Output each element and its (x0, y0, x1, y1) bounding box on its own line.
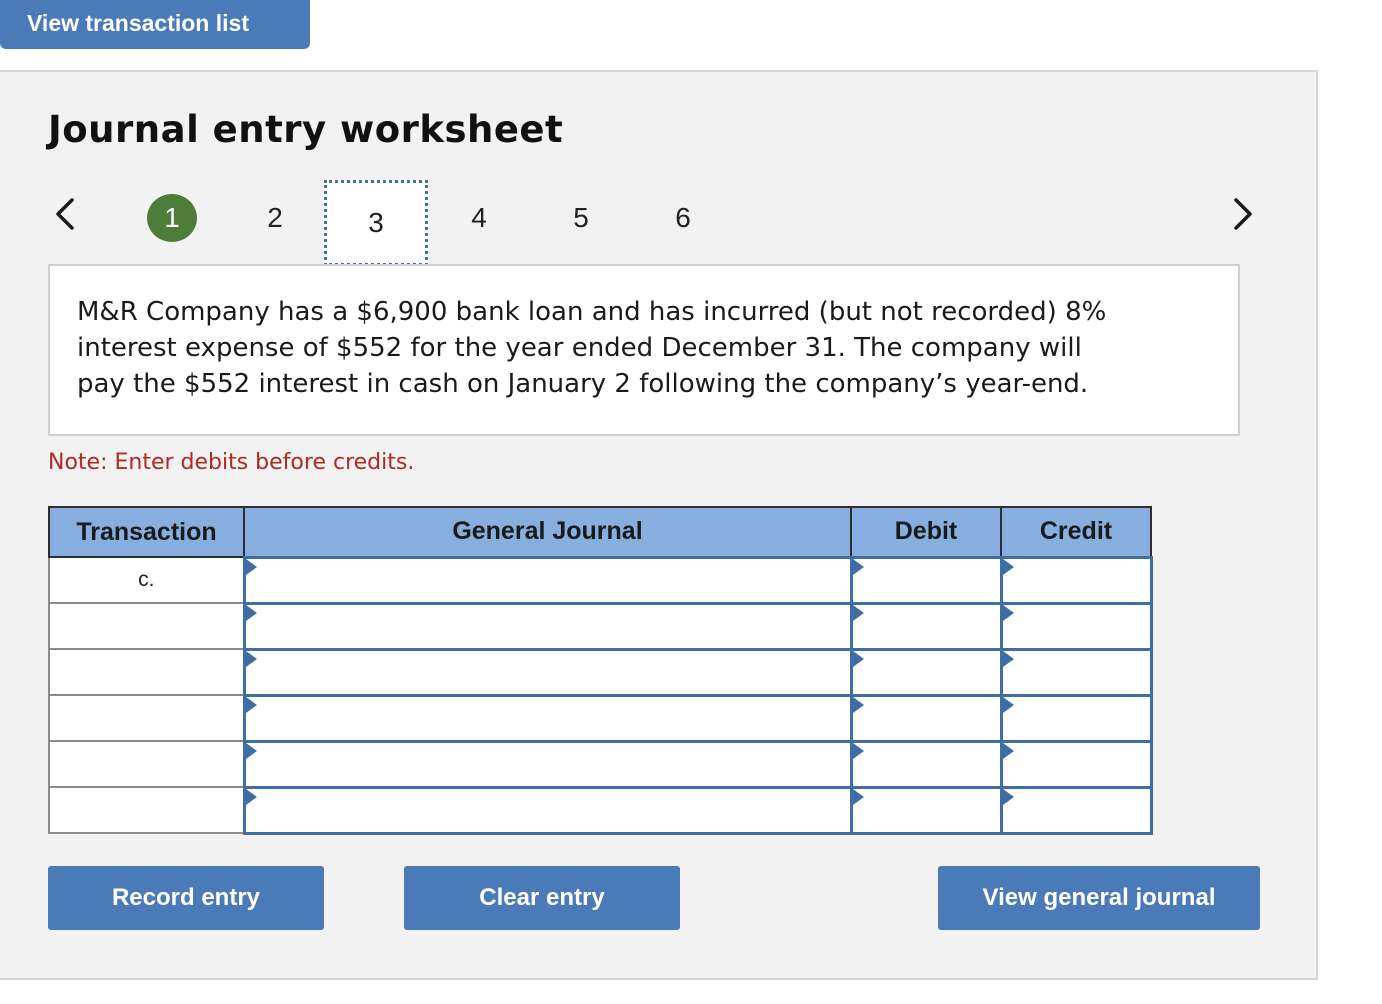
table-row (48, 739, 1153, 789)
table-row: c. (48, 555, 1153, 605)
dropdown-indicator-icon (245, 650, 257, 667)
step-5[interactable]: 5 (555, 196, 607, 240)
transaction-cell (48, 740, 245, 788)
transaction-cell (48, 694, 245, 742)
dropdown-indicator-icon (852, 558, 864, 575)
table-row (48, 693, 1153, 743)
clear-entry-button[interactable]: Clear entry (404, 866, 680, 930)
journal-table: Transaction General Journal Debit Credit… (48, 506, 1153, 835)
transaction-cell (48, 602, 245, 650)
table-row (48, 785, 1153, 835)
transaction-cell (48, 648, 245, 696)
dropdown-indicator-icon (245, 788, 257, 805)
transaction-description: M&R Company has a $6,900 bank loan and h… (77, 297, 1107, 399)
credit-input[interactable] (1002, 604, 1150, 648)
chevron-right-icon[interactable] (1228, 196, 1258, 232)
debit-input[interactable] (852, 788, 1000, 832)
transaction-description-box: M&R Company has a $6,900 bank loan and h… (48, 264, 1240, 436)
table-row (48, 601, 1153, 651)
account-select[interactable] (242, 739, 853, 789)
debit-cell[interactable] (849, 693, 1003, 743)
dropdown-indicator-icon (1002, 696, 1014, 713)
general-journal-column-header: General Journal (243, 506, 852, 558)
debit-input[interactable] (852, 742, 1000, 786)
worksheet-title: Journal entry worksheet (48, 108, 564, 151)
dropdown-indicator-icon (245, 696, 257, 713)
account-select[interactable] (242, 785, 853, 835)
account-select[interactable] (242, 647, 853, 697)
account-input[interactable] (245, 650, 850, 694)
transaction-cell: c. (48, 556, 245, 604)
entry-note: Note: Enter debits before credits. (48, 450, 415, 475)
account-input[interactable] (245, 558, 850, 602)
dropdown-indicator-icon (852, 650, 864, 667)
transaction-cell (48, 786, 245, 834)
view-transaction-list-button[interactable]: View transaction list (0, 0, 310, 49)
account-select[interactable] (242, 693, 853, 743)
table-row (48, 647, 1153, 697)
dropdown-indicator-icon (245, 742, 257, 759)
credit-input[interactable] (1002, 788, 1150, 832)
account-select[interactable] (242, 555, 853, 605)
step-2[interactable]: 2 (249, 196, 301, 240)
step-4[interactable]: 4 (453, 196, 505, 240)
credit-cell[interactable] (999, 693, 1153, 743)
credit-input[interactable] (1002, 742, 1150, 786)
credit-column-header: Credit (1000, 506, 1152, 558)
step-6[interactable]: 6 (657, 196, 709, 240)
step-1[interactable]: 1 (147, 194, 197, 242)
credit-cell[interactable] (999, 785, 1153, 835)
dropdown-indicator-icon (1002, 558, 1014, 575)
debit-input[interactable] (852, 650, 1000, 694)
debit-cell[interactable] (849, 555, 1003, 605)
dropdown-indicator-icon (1002, 604, 1014, 621)
credit-input[interactable] (1002, 558, 1150, 602)
dropdown-indicator-icon (1002, 788, 1014, 805)
journal-header-row: Transaction General Journal Debit Credit (48, 506, 1152, 558)
dropdown-indicator-icon (1002, 650, 1014, 667)
account-input[interactable] (245, 696, 850, 740)
view-general-journal-button[interactable]: View general journal (938, 866, 1260, 930)
debit-input[interactable] (852, 604, 1000, 648)
debit-input[interactable] (852, 558, 1000, 602)
debit-cell[interactable] (849, 785, 1003, 835)
credit-cell[interactable] (999, 601, 1153, 651)
dropdown-indicator-icon (852, 696, 864, 713)
credit-cell[interactable] (999, 739, 1153, 789)
debit-cell[interactable] (849, 739, 1003, 789)
debit-cell[interactable] (849, 601, 1003, 651)
debit-column-header: Debit (850, 506, 1002, 558)
debit-cell[interactable] (849, 647, 1003, 697)
dropdown-indicator-icon (245, 604, 257, 621)
record-entry-button[interactable]: Record entry (48, 866, 324, 930)
dropdown-indicator-icon (852, 604, 864, 621)
dropdown-indicator-icon (852, 788, 864, 805)
credit-input[interactable] (1002, 650, 1150, 694)
dropdown-indicator-icon (245, 558, 257, 575)
account-input[interactable] (245, 742, 850, 786)
credit-cell[interactable] (999, 647, 1153, 697)
account-input[interactable] (245, 788, 850, 832)
account-select[interactable] (242, 601, 853, 651)
transaction-column-header: Transaction (48, 506, 245, 558)
dropdown-indicator-icon (1002, 742, 1014, 759)
chevron-left-icon[interactable] (50, 196, 80, 232)
account-input[interactable] (245, 604, 850, 648)
step-3[interactable]: 3 (324, 180, 428, 266)
credit-input[interactable] (1002, 696, 1150, 740)
dropdown-indicator-icon (852, 742, 864, 759)
credit-cell[interactable] (999, 555, 1153, 605)
debit-input[interactable] (852, 696, 1000, 740)
